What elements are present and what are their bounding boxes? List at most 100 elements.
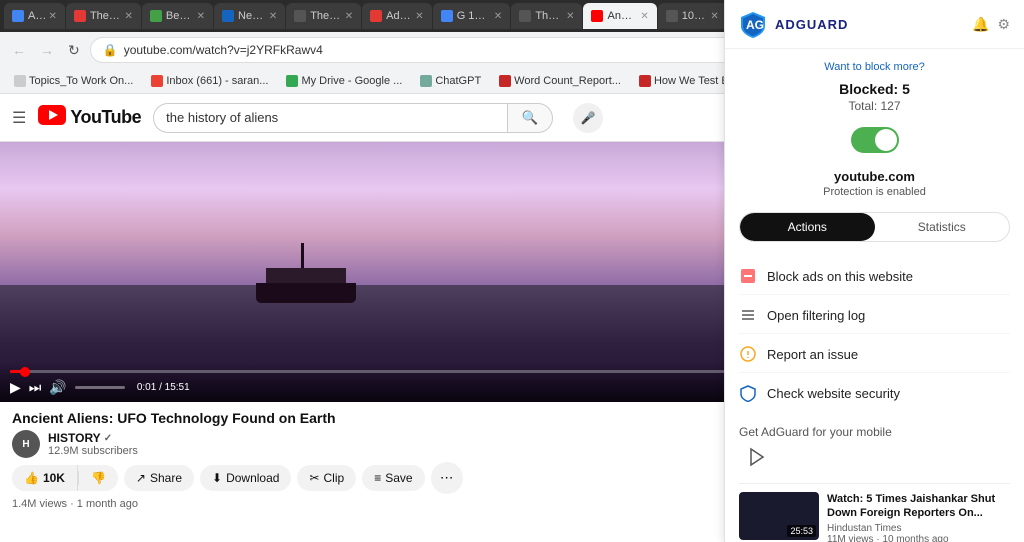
bookmark-0[interactable]: Topics_To Work On... [8,73,139,89]
action-filter-log[interactable]: Open filtering log [739,297,1010,334]
verified-badge: ✓ [104,433,112,444]
tab-2[interactable]: Best ... ✕ [142,3,213,29]
tab-1[interactable]: The E... ✕ [66,3,141,29]
like-icon: 👍 [24,471,39,485]
adguard-tabs: Actions Statistics [739,212,1010,242]
protection-status: Protection is enabled [739,186,1010,198]
search-bar: 🔍 [153,103,553,133]
thumb-views-0: 11M views · 10 months ago [827,534,1010,542]
skip-button[interactable]: ⏭ [29,379,42,396]
recommended-item-0[interactable]: 25:53 Watch: 5 Times Jaishankar Shut Dow… [739,492,1010,542]
tab-9[interactable]: 10 B... ✕ [658,3,727,29]
hamburger-menu[interactable]: ☰ [12,108,26,128]
adguard-settings-icon[interactable]: ⚙ [997,16,1010,33]
tab-close-8[interactable]: ✕ [640,11,648,22]
adguard-actions-list: Block ads on this website Open filtering… [739,258,1010,411]
bookmark-favicon-5 [639,75,651,87]
channel-avatar[interactable]: H [12,430,40,458]
tab-close-6[interactable]: ✕ [494,11,502,22]
tab-statistics[interactable]: Statistics [875,213,1010,241]
forward-button[interactable]: → [36,40,58,60]
adguard-body: Want to block more? Blocked: 5 Total: 12… [725,49,1024,542]
bookmark-2[interactable]: My Drive - Google ... [280,73,408,89]
action-report-issue[interactable]: Report an issue [739,336,1010,373]
thumb-info-0: Watch: 5 Times Jaishankar Shut Down Fore… [827,492,1010,542]
save-button[interactable]: ≡ Save [362,465,424,491]
share-icon: ↗ [136,471,146,485]
tab-close-2[interactable]: ✕ [197,11,205,22]
youtube-logo-icon [38,105,66,130]
tab-label-9: 10 B... [682,10,707,22]
tab-label-6: G 1blo... [457,10,490,22]
tab-4[interactable]: The S... ✕ [286,3,361,29]
volume-button[interactable]: 🔊 [49,379,66,396]
tab-close-0[interactable]: ✕ [49,11,57,22]
more-actions-button[interactable]: ⋯ [431,462,463,494]
search-icon: 🔍 [522,110,539,126]
site-name: youtube.com [739,169,1010,184]
tab-5[interactable]: AdBl... ✕ [362,3,432,29]
bookmark-4[interactable]: Word Count_Report... [493,73,627,89]
like-dislike-group: 👍 10K 👎 [12,465,118,491]
action-block-ads[interactable]: Block ads on this website [739,258,1010,295]
clip-icon: ✂ [309,471,319,485]
svg-text:AG: AG [746,18,764,32]
tab-close-7[interactable]: ✕ [566,11,574,22]
tab-3[interactable]: New ... ✕ [214,3,285,29]
tab-favicon-9 [666,10,678,22]
play-button[interactable]: ▶ [10,379,21,396]
action-security[interactable]: Check website security [739,375,1010,411]
back-button[interactable]: ← [8,40,30,60]
download-icon: ⬇ [212,471,222,485]
bookmark-3[interactable]: ChatGPT [414,73,487,89]
tab-close-4[interactable]: ✕ [345,11,353,22]
search-button[interactable]: 🔍 [507,103,554,133]
ship-top [266,268,346,283]
share-button[interactable]: ↗ Share [124,465,194,491]
progress-dot[interactable] [20,367,30,377]
protection-toggle[interactable]: ✓ [851,127,899,153]
dislike-button[interactable]: 👎 [79,465,118,491]
tab-label-7: Than... [535,10,562,22]
recommended-section: 25:53 Watch: 5 Times Jaishankar Shut Dow… [739,483,1010,542]
tab-8[interactable]: Ancie... ✕ [583,3,656,29]
like-button[interactable]: 👍 10K [12,465,78,491]
tab-close-3[interactable]: ✕ [269,11,277,22]
tab-label-3: New ... [238,10,265,22]
want-to-block-more[interactable]: Want to block more? [739,61,1010,73]
tab-favicon-7 [519,10,531,22]
tab-favicon-0 [12,10,24,22]
tab-close-9[interactable]: ✕ [710,11,718,22]
search-input[interactable] [153,103,506,133]
security-check-icon [739,384,757,402]
tab-close-1[interactable]: ✕ [124,11,132,22]
save-icon: ≡ [374,471,381,485]
adguard-bell-icon[interactable]: 🔔 [972,16,989,33]
bookmark-1[interactable]: Inbox (661) - saran... [145,73,274,89]
total-count: Total: 127 [739,99,1010,113]
report-issue-icon [739,345,757,363]
thumb-title-0: Watch: 5 Times Jaishankar Shut Down Fore… [827,492,1010,521]
tab-close-5[interactable]: ✕ [415,11,423,22]
block-ads-label: Block ads on this website [767,269,913,284]
tab-actions[interactable]: Actions [740,213,875,241]
google-play-icon[interactable] [747,447,767,473]
filter-log-icon [739,306,757,324]
tab-0[interactable]: Ad... ✕ [4,3,65,29]
tab-favicon-1 [74,10,86,22]
volume-bar[interactable] [75,386,125,389]
mobile-store-icons [739,447,1010,473]
youtube-logo[interactable]: YouTube [38,105,141,130]
reload-button[interactable]: ↻ [64,40,84,61]
get-mobile-label: Get AdGuard for your mobile [739,425,1010,439]
download-button[interactable]: ⬇ Download [200,465,291,491]
toggle-row: ✓ [739,127,1010,153]
tab-label-0: Ad... [28,10,45,22]
clip-button[interactable]: ✂ Clip [297,465,356,491]
adguard-header: AG ADGUARD 🔔 ⚙ [725,0,1024,49]
bookmark-favicon-1 [151,75,163,87]
mic-button[interactable]: 🎤 [573,103,603,133]
tab-6[interactable]: G 1blo... ✕ [433,3,511,29]
thumb-duration-0: 25:53 [787,525,816,537]
tab-7[interactable]: Than... ✕ [511,3,582,29]
